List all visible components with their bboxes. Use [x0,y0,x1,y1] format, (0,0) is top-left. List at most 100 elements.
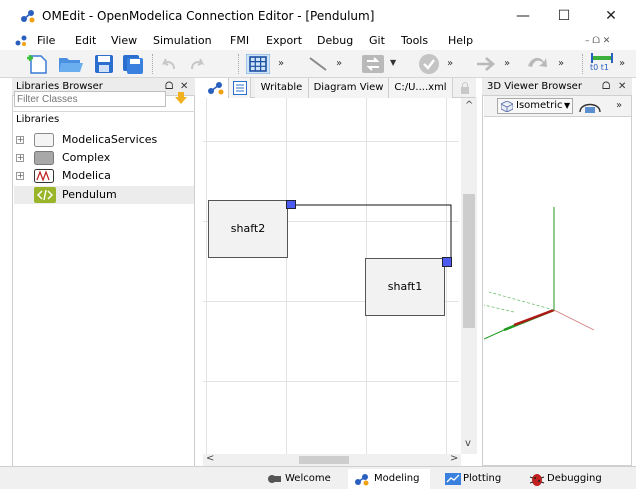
tree-item-complex[interactable]: + Complex [14,149,194,167]
tree-item-label: Complex [62,151,111,164]
title-bar: OMEdit - OpenModelica Connection Editor … [0,0,636,32]
open-folder-icon[interactable] [58,54,84,74]
3d-viewer-header: 3D Viewer Browser ᗝ ✕ [482,78,632,96]
menu-file[interactable]: File [37,33,55,49]
menu-git[interactable]: Git [369,33,385,49]
modeling-icon [355,474,369,486]
menu-debug[interactable]: Debug [317,33,353,49]
scroll-left-icon[interactable]: < [206,453,214,464]
main-toolbar: » » ▼ » » » t0 t1 » [0,50,636,78]
tree-item-modelica[interactable]: + Modelica [14,167,194,185]
plotting-perspective-tab[interactable]: Plotting [443,469,513,489]
debugging-bug-icon [529,474,545,486]
diagram-mode-tab[interactable] [203,78,229,98]
scroll-thumb[interactable] [299,456,349,464]
plot-arrow-icon[interactable] [526,54,550,74]
shaft1-flange-port[interactable] [442,257,452,267]
maximize-button[interactable]: ☐ [547,5,581,27]
3d-axes-graphic [484,207,595,340]
expand-icon[interactable]: + [16,136,24,144]
save-icon[interactable] [94,54,114,74]
file-path-tab[interactable]: C:/U....xml [389,78,453,98]
float-panel-icon[interactable]: ᗝ [602,78,610,96]
close-panel-icon[interactable]: ✕ [618,78,626,96]
toolbar-more-button[interactable]: » [336,58,342,69]
shaft2-component[interactable]: shaft2 [208,200,288,258]
toolbar-more-button[interactable]: » [278,58,284,69]
viewer-more-button[interactable]: » [616,100,622,111]
toolbar-separator [152,54,153,74]
welcome-perspective-tab[interactable]: Welcome [265,469,340,489]
shaft2-flange-port[interactable] [286,200,296,209]
toolbar-separator [238,54,239,74]
writable-tab[interactable]: Writable [255,78,309,98]
minimize-button[interactable]: — [506,5,540,27]
omedit-logo-icon [21,10,35,23]
connect-mode-icon[interactable] [361,54,385,74]
redo-icon[interactable] [188,56,206,72]
tree-item-modelicaservices[interactable]: + ModelicaServices [14,131,194,149]
grid-icon[interactable] [246,54,270,74]
app-menu-icon[interactable] [14,34,28,47]
filter-classes-input[interactable] [14,91,166,107]
3d-viewport[interactable] [484,117,631,465]
lock-icon[interactable] [460,82,470,94]
toolbar-more-button[interactable]: » [619,58,625,69]
perspective-view-icon[interactable] [578,98,602,114]
diagram-canvas[interactable]: shaft2 shaft1 [203,98,459,454]
modelica-library-icon [34,169,54,183]
check-model-icon[interactable] [418,53,440,75]
tree-item-pendulum[interactable]: Pendulum [14,186,194,204]
view-mode-label: Isometric [516,100,563,111]
float-panel-icon[interactable]: ᗝ [165,78,173,96]
save-all-icon[interactable] [122,54,144,74]
new-file-icon[interactable] [27,53,49,75]
menu-help[interactable]: Help [448,33,473,49]
tree-item-label: Modelica [62,169,111,182]
undo-icon[interactable] [160,56,178,72]
libraries-root-label: Libraries [16,114,60,125]
menu-fmi[interactable]: FMI [230,33,249,49]
toolbar-more-button[interactable]: » [504,58,510,69]
scroll-up-icon[interactable]: ^ [465,100,473,111]
shaft1-component[interactable]: shaft1 [365,258,445,316]
menu-view[interactable]: View [111,33,137,49]
expand-icon[interactable]: + [16,154,24,162]
line-tool-icon[interactable] [308,56,328,72]
package-icon [34,133,54,147]
toolbar-more-button[interactable]: » [447,58,453,69]
toolbar-more-button[interactable]: » [558,58,564,69]
plotting-icon [445,473,461,485]
view-mode-select[interactable]: Isometric ▼ [497,98,573,114]
scroll-right-icon[interactable]: > [450,453,458,464]
menu-export[interactable]: Export [266,33,302,49]
canvas-horizontal-scrollbar[interactable]: < > [203,453,461,466]
text-mode-tab[interactable] [229,78,251,98]
3d-viewer-toolbar: Isometric ▼ » [484,96,631,117]
canvas-vertical-scrollbar[interactable]: ^ v [461,98,477,454]
diagram-view-tab[interactable]: Diagram View [309,78,389,98]
menu-simulation[interactable]: Simulation [153,33,212,49]
close-button[interactable]: ✕ [594,5,628,27]
t0-t1-label: t0 t1 [590,63,609,72]
model-icon [34,187,56,203]
toolbar-separator [582,54,583,74]
chevron-down-icon: ▼ [564,101,571,110]
menu-tools[interactable]: Tools [401,33,428,49]
editor-tab-strip: Writable Diagram View C:/U....xml [203,78,476,98]
filter-arrow-icon[interactable] [175,92,187,104]
connect-dropdown-icon[interactable]: ▼ [390,58,396,67]
tree-item-label: Pendulum [62,188,117,201]
simulate-arrow-icon[interactable] [475,55,497,73]
mdi-window-controls[interactable]: – ᗝ ✕ [585,33,610,49]
debugging-label: Debugging [547,473,602,484]
scroll-thumb[interactable] [463,194,475,328]
modeling-perspective-tab[interactable]: Modeling [348,469,430,489]
window-title: OMEdit - OpenModelica Connection Editor … [42,9,375,23]
filter-divider [12,111,195,112]
expand-icon[interactable]: + [16,172,24,180]
scroll-down-icon[interactable]: v [465,438,471,449]
time-bar-icon[interactable] [590,53,614,63]
debugging-perspective-tab[interactable]: Debugging [527,469,607,489]
menu-edit[interactable]: Edit [75,33,96,49]
